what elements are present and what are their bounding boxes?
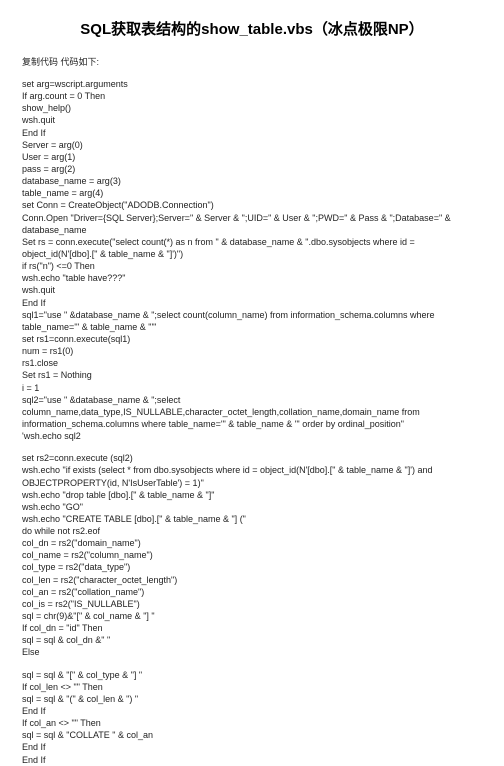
code-block-1: set arg=wscript.arguments If arg.count =…	[22, 78, 482, 442]
intro-text: 复制代码 代码如下:	[22, 55, 482, 68]
page-title: SQL获取表结构的show_table.vbs（冰点极限NP）	[22, 18, 482, 39]
code-block-3: sql = sql & "[" & col_type & "] " If col…	[22, 669, 482, 766]
code-block-2: set rs2=conn.execute (sql2) wsh.echo "if…	[22, 452, 482, 658]
